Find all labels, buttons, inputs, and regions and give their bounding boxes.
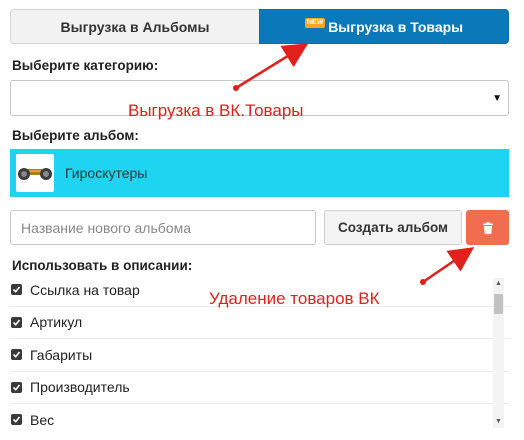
tab-label: Выгрузка в Альбомы	[60, 18, 210, 35]
tab-bar: Выгрузка в Альбомы NEW Выгрузка в Товары	[10, 9, 509, 44]
album-name: Гироскутеры	[65, 165, 148, 181]
trash-icon	[482, 221, 493, 234]
scroll-thumb[interactable]	[494, 294, 503, 314]
new-album-name-input[interactable]	[10, 210, 316, 245]
option-label: Габариты	[30, 346, 93, 363]
scroll-up-arrow-icon[interactable]: ▲	[493, 280, 504, 288]
checkbox-checked-icon[interactable]	[11, 284, 22, 296]
album-list-item-selected[interactable]: Гироскутеры	[10, 149, 509, 197]
option-label: Артикул	[30, 314, 83, 331]
tab-upload-goods[interactable]: NEW Выгрузка в Товары	[259, 9, 509, 44]
scrollbar[interactable]: ▲ ▼	[493, 278, 504, 428]
checkbox-checked-icon[interactable]	[11, 316, 22, 328]
dropdown-arrow-icon: ▼	[492, 93, 502, 104]
description-label: Использовать в описании:	[12, 258, 193, 273]
hoverboard-icon	[16, 154, 54, 192]
delete-button[interactable]	[466, 210, 509, 245]
option-label: Ссылка на товар	[30, 281, 140, 298]
new-badge: NEW	[304, 17, 326, 28]
category-label: Выберите категорию:	[12, 58, 159, 73]
checkbox-checked-icon[interactable]	[11, 381, 22, 393]
option-label: Производитель	[30, 379, 130, 396]
list-item[interactable]: Габариты	[10, 339, 509, 372]
create-album-button[interactable]: Создать альбом	[324, 210, 462, 245]
scroll-down-arrow-icon[interactable]: ▼	[493, 418, 504, 426]
option-label: Вес	[30, 411, 55, 428]
tab-upload-albums[interactable]: Выгрузка в Альбомы	[10, 9, 259, 44]
tab-label: Выгрузка в Товары	[328, 18, 464, 35]
checkbox-checked-icon[interactable]	[11, 414, 22, 426]
list-item[interactable]: Производитель	[10, 372, 509, 404]
annotation-delete-goods: Удаление товаров ВК	[209, 289, 380, 308]
list-item[interactable]: Вес	[10, 404, 509, 428]
checkbox-checked-icon[interactable]	[11, 349, 22, 361]
list-item[interactable]: Артикул	[10, 307, 509, 339]
album-label: Выберите альбом:	[12, 128, 139, 143]
annotation-upload-goods: Выгрузка в ВК.Товары	[128, 101, 304, 120]
